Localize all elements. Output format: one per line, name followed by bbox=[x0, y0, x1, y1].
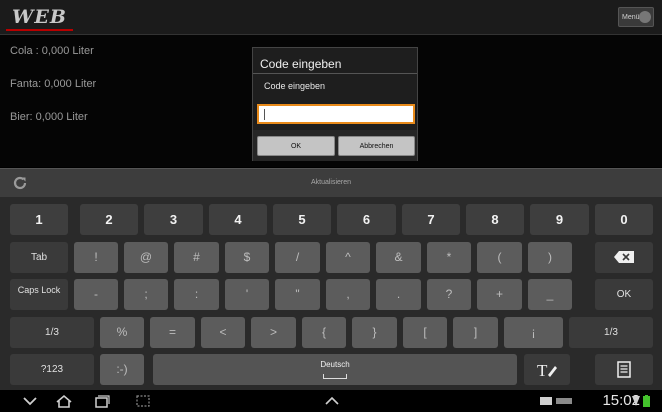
key-exclamation[interactable]: ! bbox=[74, 242, 118, 273]
refresh-bar[interactable]: Aktualisieren bbox=[0, 168, 662, 198]
key-semicolon[interactable]: ; bbox=[124, 279, 168, 310]
soft-keyboard: 1 2 3 4 5 6 7 8 9 0 Tab ! @ # $ / ^ & * … bbox=[0, 197, 662, 390]
key-brace-close[interactable]: } bbox=[352, 317, 397, 348]
drink-item-cola: Cola : 0,000 Liter bbox=[10, 45, 94, 57]
drink-item-fanta: Fanta: 0,000 Liter bbox=[10, 78, 97, 90]
key-plus[interactable]: + bbox=[477, 279, 522, 310]
handwriting-key[interactable]: T bbox=[524, 354, 570, 385]
key-7[interactable]: 7 bbox=[402, 204, 460, 235]
key-minus[interactable]: - bbox=[74, 279, 118, 310]
app-logo: WEB bbox=[6, 5, 73, 31]
key-paren-open[interactable]: ( bbox=[477, 242, 522, 273]
dialog-button-bar: OK Abbrechen bbox=[253, 130, 417, 161]
key-less-than[interactable]: < bbox=[201, 317, 245, 348]
key-ampersand[interactable]: & bbox=[376, 242, 421, 273]
keyboard-settings-key[interactable] bbox=[595, 354, 653, 385]
menu-button[interactable]: Menü bbox=[618, 7, 654, 27]
ok-button[interactable]: OK bbox=[257, 136, 335, 156]
clipboard-icon bbox=[617, 361, 631, 378]
recent-apps-icon[interactable] bbox=[94, 394, 110, 408]
key-apostrophe[interactable]: ' bbox=[225, 279, 269, 310]
key-asterisk[interactable]: * bbox=[427, 242, 471, 273]
key-hash[interactable]: # bbox=[174, 242, 219, 273]
drink-item-bier: Bier: 0,000 Liter bbox=[10, 111, 88, 123]
backspace-icon bbox=[614, 251, 634, 264]
key-inverted-exclamation[interactable]: ¡ bbox=[504, 317, 563, 348]
key-4[interactable]: 4 bbox=[209, 204, 267, 235]
code-input[interactable] bbox=[257, 104, 415, 124]
refresh-label: Aktualisieren bbox=[310, 179, 352, 186]
key-bracket-close[interactable]: ] bbox=[453, 317, 498, 348]
key-period[interactable]: . bbox=[376, 279, 421, 310]
menu-button-label: Menü bbox=[622, 14, 640, 21]
keyboard-status-icon bbox=[540, 397, 552, 405]
chevron-down-icon[interactable] bbox=[22, 394, 38, 408]
screenshot-icon[interactable] bbox=[135, 394, 151, 408]
key-dollar[interactable]: $ bbox=[225, 242, 269, 273]
chevron-up-icon[interactable] bbox=[324, 394, 340, 408]
key-greater-than[interactable]: > bbox=[251, 317, 296, 348]
key-page-left[interactable]: 1/3 bbox=[10, 317, 94, 348]
key-colon[interactable]: : bbox=[174, 279, 219, 310]
home-icon[interactable] bbox=[56, 394, 72, 408]
key-at[interactable]: @ bbox=[124, 242, 168, 273]
key-3[interactable]: 3 bbox=[144, 204, 203, 235]
dialog-divider bbox=[253, 73, 417, 74]
code-dialog: Code eingeben Code eingeben OK Abbrechen bbox=[252, 47, 418, 161]
key-5[interactable]: 5 bbox=[273, 204, 331, 235]
key-emoji[interactable]: :-) bbox=[100, 354, 144, 385]
wifi-icon bbox=[632, 396, 640, 406]
key-caps-lock[interactable]: Caps Lock bbox=[10, 279, 68, 310]
battery-icon bbox=[643, 395, 650, 407]
dialog-message: Code eingeben bbox=[264, 81, 326, 91]
svg-text:T: T bbox=[537, 361, 548, 378]
space-key-label: Deutsch bbox=[320, 360, 350, 369]
key-slash[interactable]: / bbox=[275, 242, 320, 273]
system-nav-bar: 15:02 bbox=[0, 390, 662, 412]
key-comma[interactable]: , bbox=[326, 279, 370, 310]
handwriting-icon: T bbox=[537, 361, 557, 380]
key-percent[interactable]: % bbox=[100, 317, 144, 348]
key-9[interactable]: 9 bbox=[530, 204, 589, 235]
space-key[interactable]: Deutsch bbox=[153, 354, 517, 385]
text-cursor bbox=[264, 109, 265, 120]
key-equals[interactable]: = bbox=[150, 317, 195, 348]
cancel-button[interactable]: Abbrechen bbox=[338, 136, 415, 156]
key-6[interactable]: 6 bbox=[337, 204, 396, 235]
key-quote[interactable]: " bbox=[275, 279, 320, 310]
key-question[interactable]: ? bbox=[427, 279, 471, 310]
key-brace-open[interactable]: { bbox=[302, 317, 346, 348]
key-caret[interactable]: ^ bbox=[326, 242, 370, 273]
gear-icon bbox=[639, 11, 651, 23]
key-underscore[interactable]: _ bbox=[528, 279, 572, 310]
key-paren-close[interactable]: ) bbox=[528, 242, 572, 273]
space-bar-icon bbox=[323, 374, 347, 379]
key-tab[interactable]: Tab bbox=[10, 242, 68, 273]
backspace-key[interactable] bbox=[595, 242, 653, 273]
key-1[interactable]: 1 bbox=[10, 204, 68, 235]
app-title-bar: WEB Menü bbox=[0, 0, 662, 35]
key-page-right[interactable]: 1/3 bbox=[569, 317, 653, 348]
key-0[interactable]: 0 bbox=[595, 204, 653, 235]
usb-status-icon bbox=[556, 398, 572, 404]
key-2[interactable]: 2 bbox=[80, 204, 138, 235]
key-bracket-open[interactable]: [ bbox=[403, 317, 447, 348]
dialog-title: Code eingeben bbox=[260, 57, 342, 71]
key-ok[interactable]: OK bbox=[595, 279, 653, 310]
key-8[interactable]: 8 bbox=[466, 204, 524, 235]
key-symbol-mode[interactable]: ?123 bbox=[10, 354, 94, 385]
